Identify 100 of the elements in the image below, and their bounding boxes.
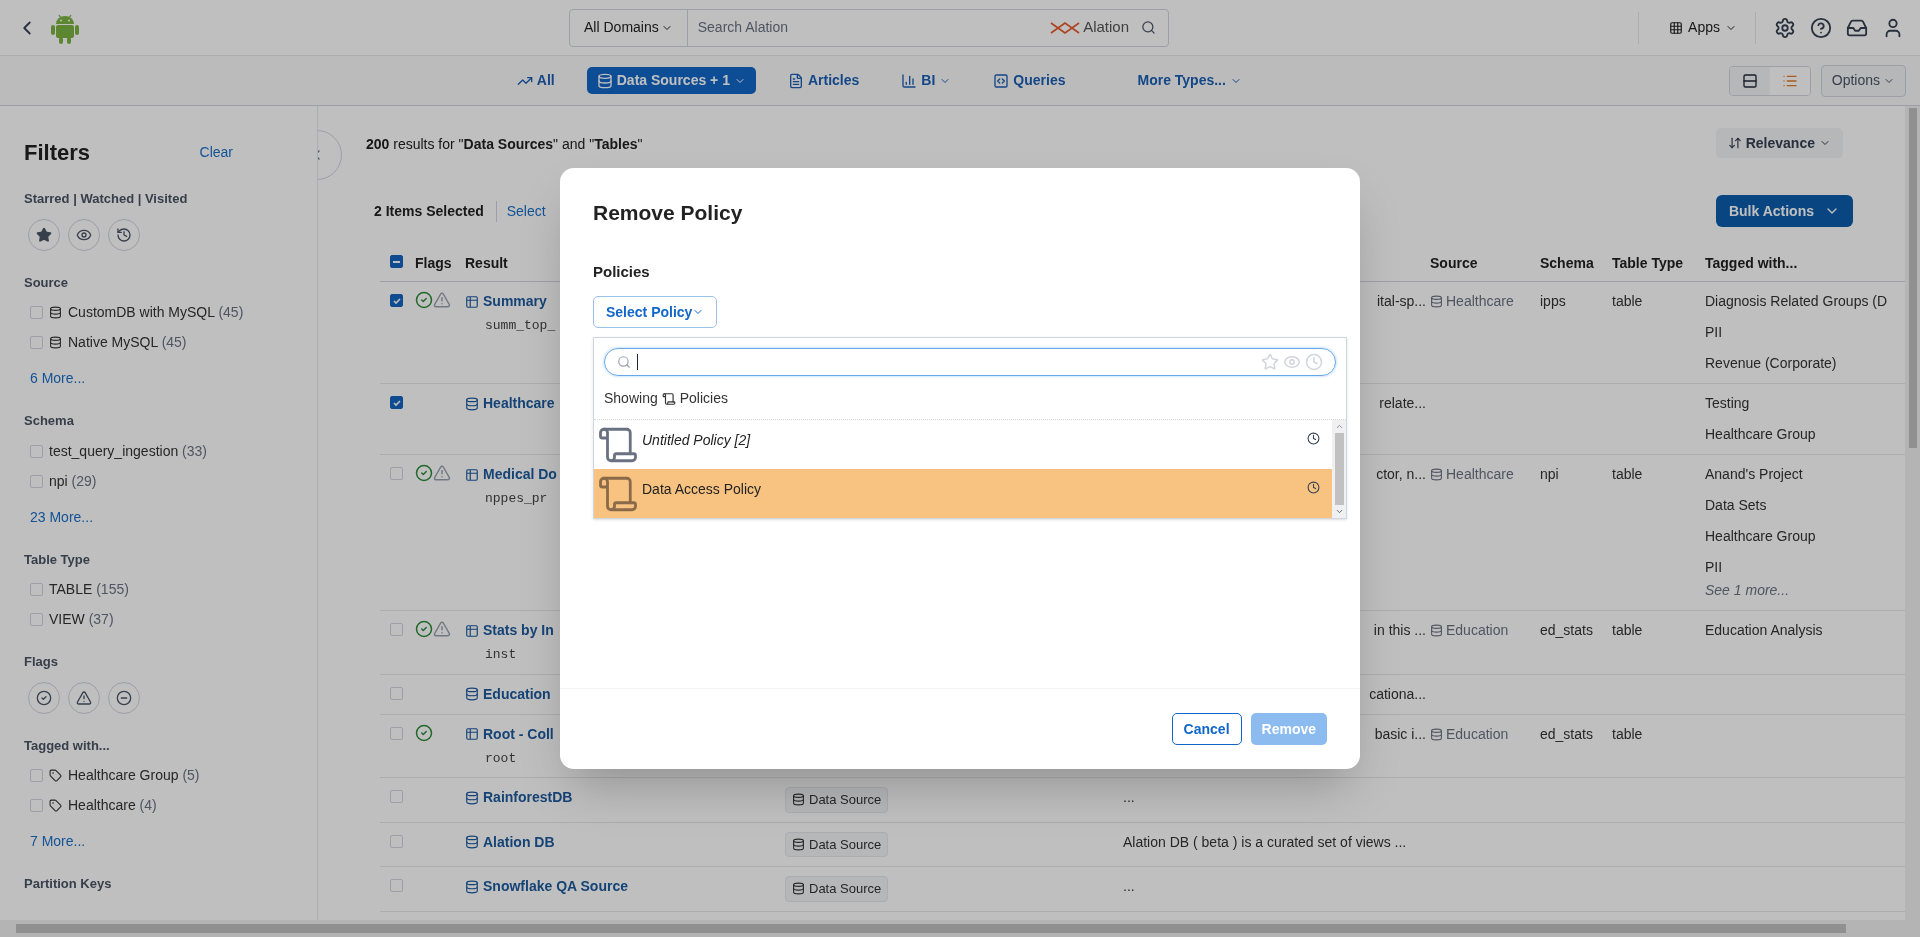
domain-dropdown[interactable]: All Domains [570,9,688,46]
sort-button[interactable]: Relevance [1715,128,1843,158]
tag-text: PII [1705,323,1723,342]
type-tab[interactable]: More Types... [1127,67,1252,94]
filter-heading: Schema [24,412,74,430]
filter-option[interactable]: Healthcare (4) [68,795,157,816]
checkbox[interactable] [390,294,403,307]
table-icon [465,467,479,482]
result-link[interactable]: Medical Do [483,464,557,485]
search-bar[interactable]: All Domains Search Alation Alation [569,8,1170,47]
bar-chart-icon [901,72,918,89]
type-tab[interactable]: All [506,67,565,94]
grid-icon [1669,20,1684,35]
filter-option[interactable]: Native MySQL (45) [68,332,187,353]
database-icon [1430,468,1443,481]
database-icon [1430,624,1443,637]
table-type-text: table [1612,621,1643,640]
description-text: relate... [1379,394,1426,413]
list-scrollbar[interactable] [1332,420,1346,518]
result-link[interactable]: Snowflake QA Source [483,876,628,897]
more-link[interactable]: 23 More... [30,506,94,528]
tag-text: Healthcare Group [1705,527,1816,546]
result-subtitle: inst [485,646,517,664]
database-icon [49,336,62,349]
schema-text: ed_stats [1540,621,1593,640]
type-tab[interactable]: Queries [983,67,1076,94]
column-header: Schema [1540,255,1594,271]
apps-menu-button[interactable]: Apps [1669,17,1737,38]
result-link[interactable]: Root - Coll [483,723,554,745]
document-icon [787,72,804,89]
database-icon [465,835,479,849]
database-icon [792,793,805,807]
tag-text: Testing [1705,394,1750,413]
scroll-up-icon[interactable] [1334,422,1344,431]
scroll-down-icon[interactable] [1334,507,1344,516]
schema-text: ipps [1540,292,1566,311]
result-link[interactable]: Education [483,683,551,705]
description-text: ... [1123,877,1135,896]
type-tab[interactable]: Data Sources + 1 [586,67,756,94]
filter-option[interactable]: npi (29) [49,470,97,492]
cancel-button[interactable]: Cancel [1171,713,1242,745]
settings-icon[interactable] [1774,16,1796,39]
result-link[interactable]: Alation DB [483,831,555,853]
more-link[interactable]: 6 More... [30,368,86,389]
more-tags-link[interactable]: See 1 more... [1705,580,1790,601]
more-link[interactable]: 7 More... [30,831,86,852]
tag-text: Diagnosis Related Groups (D [1705,292,1888,311]
description-text: basic i... [1374,724,1426,744]
search-icon[interactable] [1141,20,1157,35]
checkbox[interactable] [390,396,403,409]
table-icon [465,294,479,309]
database-icon [465,879,479,894]
column-header: Result [465,255,508,271]
filter-option[interactable]: VIEW (37) [49,609,114,630]
eye-icon[interactable] [1283,353,1301,371]
check-circle-icon [36,689,52,706]
type-tab[interactable]: BI [891,67,962,94]
result-link[interactable]: Healthcare [483,393,555,414]
clear-link[interactable]: Clear [199,142,233,163]
result-link[interactable]: Summary [483,291,547,312]
bulk-actions-button[interactable]: Bulk Actions [1715,195,1853,227]
clock-icon[interactable] [1305,353,1323,371]
search-icon [617,355,631,369]
table-icon [465,727,479,741]
star-icon[interactable] [1261,353,1279,371]
database-icon [465,687,479,701]
schema-text: npi [1540,465,1559,484]
help-icon[interactable] [1810,16,1832,39]
checkbox[interactable] [390,255,403,268]
results-summary: 200 results for "Data Sources" and "Tables" [366,135,643,154]
filter-heading: Starred | Watched | Visited [24,190,188,208]
filter-option[interactable]: Healthcare Group (5) [68,765,200,786]
filter-option[interactable]: TABLE (155) [49,579,129,600]
type-tab[interactable]: Articles [777,67,870,94]
column-header: Source [1430,255,1478,271]
filter-option[interactable]: test_query_ingestion (33) [49,440,207,462]
vertical-scrollbar[interactable] [1905,106,1920,920]
table-type-text: table [1612,724,1643,744]
result-link[interactable]: RainforestDB [483,787,573,808]
filter-heading: Flags [24,653,58,671]
select-link[interactable]: Select [496,200,546,222]
dialog-title: Remove Policy [593,200,743,226]
policy-option[interactable]: Data Access Policy [594,469,1332,518]
select-policy-dropdown[interactable]: Select Policy [593,296,718,328]
tag-text: Data Sets [1705,496,1767,515]
horizontal-scrollbar[interactable] [0,920,1920,937]
column-header: Flags [415,255,452,271]
options-button[interactable]: Options [1820,64,1906,97]
database-icon [1430,727,1443,741]
clock-icon [1307,432,1320,445]
table-type-text: table [1612,465,1643,484]
tag-text: Education Analysis [1705,621,1823,640]
column-header: Tagged with... [1705,255,1798,271]
showing-label: Showing [604,389,658,408]
filter-option[interactable]: CustomDB with MySQL (45) [68,302,244,323]
view-toggle-button[interactable] [1769,66,1810,95]
tag-icon [49,769,62,782]
view-toggle-button[interactable] [1729,66,1770,95]
result-link[interactable]: Stats by In [483,620,554,641]
description-text: cationa... [1369,684,1426,704]
